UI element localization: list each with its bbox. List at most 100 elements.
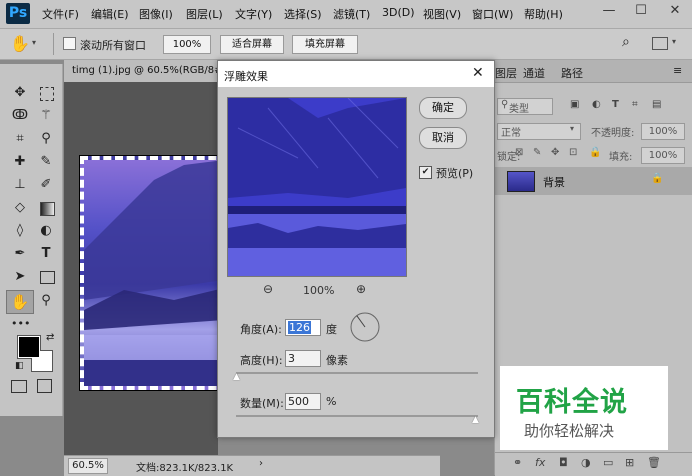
menu-help[interactable]: 帮助(H) [524,6,563,22]
marquee-tool-icon[interactable] [40,87,54,101]
eraser-icon[interactable]: ◇ [11,199,29,217]
pen-tool-icon[interactable]: ✒ [11,245,29,263]
history-brush-icon[interactable]: ✐ [37,176,55,194]
swap-colors-icon[interactable]: ⇄ [46,332,54,343]
panel-menu-icon[interactable]: ≡ [673,64,682,77]
trash-icon[interactable]: 🗑 [647,456,661,469]
hand-tool-icon[interactable]: ✋ [10,34,30,53]
height-input[interactable]: 3 [285,350,321,367]
link-layers-icon[interactable]: ⚭ [513,456,522,469]
new-layer-icon[interactable]: ⊞ [625,456,634,469]
cancel-button[interactable]: 取消 [419,127,467,149]
tab-layers[interactable]: 图层 [495,65,517,81]
amount-input[interactable]: 500 [285,393,321,410]
default-colors-icon[interactable]: ◧ [15,361,24,371]
layer-name[interactable]: 背景 [543,174,565,190]
angle-dial[interactable] [349,311,381,343]
rectangle-tool-icon[interactable] [40,271,55,284]
layer-mask-icon[interactable]: ◘ [559,456,568,469]
chevron-right-icon[interactable]: › [259,458,263,469]
tab-channels[interactable]: 通道 [523,65,545,81]
fill-label: 填充: [609,152,633,163]
lock-all-icon[interactable]: 🔒 [589,147,601,158]
workspace-icon[interactable] [652,37,668,50]
menu-3d[interactable]: 3D(D) [382,6,415,19]
filter-smart-icon[interactable]: ▤ [652,99,661,110]
filter-shape-icon[interactable]: ⌗ [632,99,638,110]
fx-icon[interactable]: fx [535,456,545,469]
clone-stamp-icon[interactable]: ⊥ [11,176,29,194]
brush-tool-icon[interactable]: ✎ [37,153,55,171]
folder-icon[interactable]: ▭ [603,456,613,469]
fill-screen-button[interactable]: 填充屏幕 [292,35,358,54]
foreground-color-swatch-front[interactable] [18,336,40,358]
filter-type-icon[interactable]: T [612,99,619,110]
fit-screen-button[interactable]: 适合屏幕 [220,35,284,54]
ok-button[interactable]: 确定 [419,97,467,119]
document-tab[interactable]: timg (1).jpg @ 60.5%(RGB/8# [64,60,222,82]
preview-image[interactable] [227,97,407,277]
menu-window[interactable]: 窗口(W) [472,6,513,22]
move-tool-icon[interactable]: ✥ [11,84,29,102]
document-canvas-area[interactable] [64,82,229,455]
menu-type[interactable]: 文字(Y) [235,6,272,22]
adjustment-layer-icon[interactable]: ◑ [581,456,591,469]
layer-row[interactable]: 背景 🔒 [495,167,692,195]
magic-wand-icon[interactable]: ⚚ [37,107,55,125]
healing-brush-icon[interactable]: ✚ [11,153,29,171]
lock-artboard-icon[interactable]: ⊡ [569,147,577,158]
menu-filter[interactable]: 滤镜(T) [333,6,370,22]
menu-edit[interactable]: 编辑(E) [91,6,129,22]
gradient-tool-icon[interactable] [40,202,55,216]
chevron-down-icon[interactable]: ▾ [32,38,36,47]
opacity-field[interactable]: 100% [641,123,685,140]
close-icon[interactable]: ✕ [472,65,484,81]
fill-field[interactable]: 100% [641,147,685,164]
eyedropper-icon[interactable]: ⚲ [37,130,55,148]
dodge-tool-icon[interactable]: ◐ [37,222,55,240]
screen-mode-icon[interactable] [37,379,52,393]
filter-adjust-icon[interactable]: ◐ [592,99,601,110]
minimize-button[interactable]: — [594,0,624,24]
divider [53,33,54,55]
zoom-in-icon[interactable]: ⊕ [356,282,366,296]
blur-tool-icon[interactable]: ◊ [11,222,29,240]
scroll-all-checkbox[interactable] [63,37,76,50]
chevron-down-icon[interactable]: ▾ [570,124,574,133]
search-icon[interactable]: ⌕ [622,34,630,50]
lasso-tool-icon[interactable]: ↂ [11,107,29,125]
crop-tool-icon[interactable]: ⌗ [11,130,29,148]
lock-move-icon[interactable]: ✥ [551,147,559,158]
hand-tool-icon[interactable]: ✋ [6,290,34,314]
menu-image[interactable]: 图像(I) [139,6,173,22]
status-bar: 60.5% 文档:823.1K/823.1K › [64,455,440,476]
zoom-out-icon[interactable]: ⊖ [263,282,273,296]
path-selection-icon[interactable]: ➤ [11,268,29,286]
menu-file[interactable]: 文件(F) [42,6,79,22]
zoom-100-button[interactable]: 100% [163,35,211,54]
zoom-readout[interactable]: 60.5% [68,458,108,474]
quick-mask-icon[interactable] [11,380,27,393]
blend-mode-select[interactable]: 正常 [501,124,521,139]
more-tools-icon[interactable]: ••• [11,315,30,333]
menu-select[interactable]: 选择(S) [284,6,322,22]
tab-paths[interactable]: 路径 [561,65,583,81]
height-slider-thumb[interactable]: ▲ [233,372,240,382]
maximize-button[interactable]: ☐ [626,0,656,24]
filter-pixel-icon[interactable]: ▣ [570,99,579,110]
menu-view[interactable]: 视图(V) [423,6,461,22]
chevron-down-icon[interactable]: ▾ [672,37,676,46]
lock-transparent-icon[interactable]: ⊠ [515,147,523,158]
menu-layer[interactable]: 图层(L) [186,6,223,22]
lock-brush-icon[interactable]: ✎ [533,147,541,158]
preview-checkbox[interactable]: ✔ [419,166,432,179]
filter-kind-select[interactable]: 类型 [509,100,529,115]
amount-slider-track[interactable] [236,415,478,417]
amount-slider-thumb[interactable]: ▲ [472,415,479,425]
close-app-button[interactable]: ✕ [660,0,690,24]
dialog-titlebar[interactable]: 浮雕效果 ✕ [218,61,494,87]
zoom-tool-icon[interactable]: ⚲ [37,292,55,310]
type-tool-icon[interactable]: T [37,245,55,263]
height-slider-track[interactable] [236,372,478,374]
angle-input[interactable]: 126 [285,319,321,336]
